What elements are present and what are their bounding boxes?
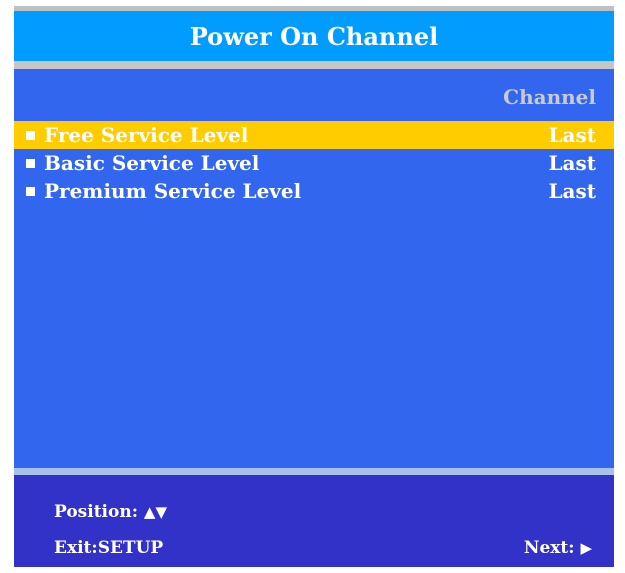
menu-item-label: Free Service Level	[44, 123, 249, 147]
title-bar: Power On Channel	[14, 11, 614, 61]
title-divider	[14, 61, 614, 69]
menu-item-label: Premium Service Level	[44, 179, 302, 203]
osd-menu-frame: Power On Channel Channel Free Service Le…	[14, 6, 614, 567]
exit-key: SETUP	[97, 538, 164, 558]
square-bullet-icon	[26, 131, 35, 140]
page-title: Power On Channel	[189, 21, 439, 51]
menu-item-value: Last	[548, 179, 596, 203]
menu-item-value: Last	[548, 151, 596, 175]
square-bullet-icon	[26, 187, 35, 196]
right-arrow-icon: ▶	[580, 539, 592, 557]
down-arrow-icon: ▼	[155, 503, 167, 521]
menu-item-basic-service-level[interactable]: Basic Service Level Last	[14, 149, 614, 177]
menu-item-value: Last	[548, 123, 596, 147]
next-hint: Next: ▶	[524, 538, 592, 558]
exit-label: Exit:	[54, 538, 98, 558]
menu-item-free-service-level[interactable]: Free Service Level Last	[14, 121, 614, 149]
menu-item-label: Basic Service Level	[44, 151, 260, 175]
exit-hint: Exit:SETUP	[54, 538, 163, 558]
column-header-channel: Channel	[503, 85, 596, 109]
position-label: Position:	[54, 502, 138, 522]
menu-item-premium-service-level[interactable]: Premium Service Level Last	[14, 177, 614, 205]
next-label: Next:	[523, 538, 575, 558]
menu-panel: Channel Free Service Level Last Basic Se…	[14, 69, 614, 468]
up-arrow-icon: ▲	[143, 503, 156, 521]
footer-divider	[14, 468, 614, 475]
footer-help-bar: Position: ▲▼ Exit:SETUP Next: ▶	[14, 475, 614, 567]
position-hint: Position: ▲▼	[54, 502, 167, 522]
square-bullet-icon	[26, 159, 35, 168]
